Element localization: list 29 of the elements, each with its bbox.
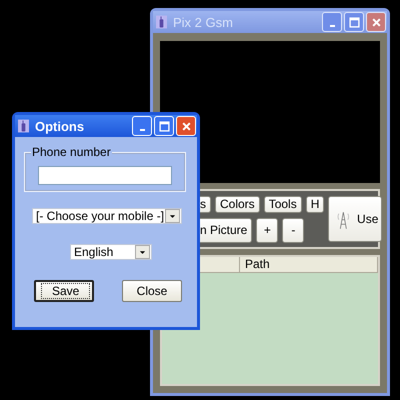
- dialog-title: Options: [35, 118, 84, 134]
- toolbar-button[interactable]: H: [306, 196, 324, 212]
- maximize-button[interactable]: [344, 12, 364, 32]
- close-icon: [180, 120, 192, 132]
- dropdown-arrow-icon: [139, 250, 146, 254]
- window-title: Pix 2 Gsm: [173, 14, 233, 30]
- maximize-icon: [158, 120, 170, 132]
- minimize-button[interactable]: [322, 12, 342, 32]
- group-label: Phone number: [31, 145, 112, 159]
- dialog-button[interactable]: Save: [34, 280, 94, 302]
- close-button[interactable]: [366, 12, 386, 32]
- toolbar-button[interactable]: Colors: [215, 196, 260, 212]
- dropdown-arrow-icon: [169, 214, 176, 218]
- toolbar-button[interactable]: n Picture: [200, 218, 252, 242]
- minimize-icon: [140, 129, 144, 131]
- close-icon: [370, 16, 382, 28]
- maximize-icon: [348, 16, 360, 28]
- language-dropdown[interactable]: English: [70, 244, 152, 260]
- phone-icon: [18, 119, 29, 133]
- use-button[interactable]: Use: [328, 196, 382, 242]
- mobile-dropdown[interactable]: [- Choose your mobile -]: [32, 208, 182, 224]
- minimize-icon: [330, 25, 334, 27]
- phone-number-field[interactable]: [38, 166, 172, 184]
- toolbar-button[interactable]: -: [282, 218, 304, 242]
- toolbar-button[interactable]: Tools: [264, 196, 302, 212]
- toolbar-button[interactable]: s: [200, 196, 211, 212]
- dialog-button[interactable]: Close: [122, 280, 182, 302]
- phone-icon: [156, 15, 167, 29]
- toolbar-button[interactable]: +: [256, 218, 278, 242]
